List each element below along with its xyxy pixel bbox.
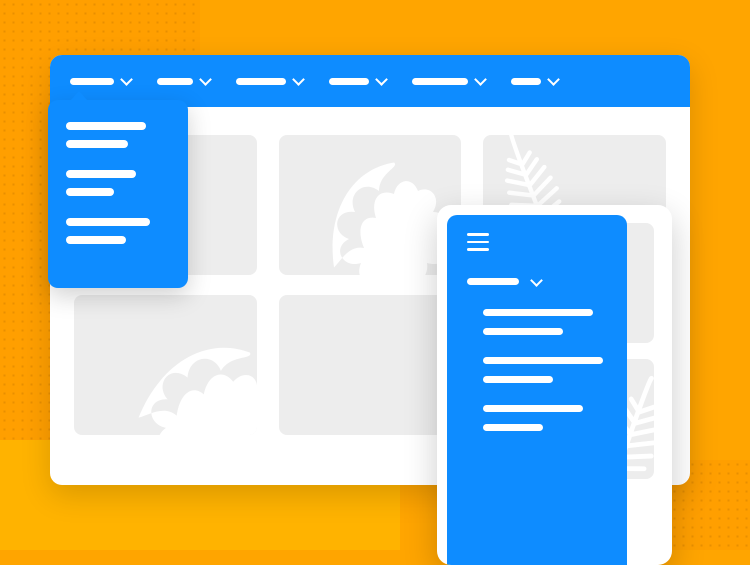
nav-label-placeholder xyxy=(412,78,468,85)
nav-item-6[interactable] xyxy=(503,70,566,92)
chevron-down-icon xyxy=(376,76,386,86)
drawer-item[interactable] xyxy=(483,328,563,335)
drawer-item[interactable] xyxy=(483,376,553,383)
nav-label-placeholder xyxy=(329,78,369,85)
chevron-down-icon xyxy=(475,76,485,86)
drawer-item[interactable] xyxy=(483,405,583,412)
hamburger-icon[interactable] xyxy=(467,233,489,251)
dropdown-item[interactable] xyxy=(66,140,128,148)
dropdown-item[interactable] xyxy=(66,170,136,178)
nav-item-2[interactable] xyxy=(149,70,218,92)
mobile-drawer[interactable] xyxy=(447,215,627,565)
nav-item-5[interactable] xyxy=(404,70,493,92)
chevron-down-icon xyxy=(200,76,210,86)
chevron-down-icon xyxy=(531,277,541,287)
chevron-down-icon xyxy=(293,76,303,86)
nav-item-3[interactable] xyxy=(228,70,311,92)
nav-label-placeholder xyxy=(157,78,193,85)
dropdown-item[interactable] xyxy=(66,188,114,196)
nav-label-placeholder xyxy=(70,78,114,85)
content-tile[interactable] xyxy=(279,135,462,275)
dropdown-item[interactable] xyxy=(66,122,146,130)
nav-item-1[interactable] xyxy=(62,70,139,92)
dropdown-item[interactable] xyxy=(66,218,150,226)
drawer-top-item[interactable] xyxy=(467,277,607,287)
chevron-down-icon xyxy=(548,76,558,86)
chevron-down-icon xyxy=(121,76,131,86)
dropdown-item[interactable] xyxy=(66,236,126,244)
mobile-window xyxy=(437,205,672,565)
nav-label-placeholder xyxy=(511,78,541,85)
drawer-item[interactable] xyxy=(483,309,593,316)
nav-item-4[interactable] xyxy=(321,70,394,92)
drawer-item[interactable] xyxy=(483,424,543,431)
content-tile[interactable] xyxy=(279,295,462,435)
drawer-item[interactable] xyxy=(483,357,603,364)
nav-label-placeholder xyxy=(236,78,286,85)
content-tile[interactable] xyxy=(74,295,257,435)
nav-dropdown[interactable] xyxy=(48,100,188,288)
monstera-leaf-icon xyxy=(105,306,257,435)
drawer-label-placeholder xyxy=(467,278,519,285)
